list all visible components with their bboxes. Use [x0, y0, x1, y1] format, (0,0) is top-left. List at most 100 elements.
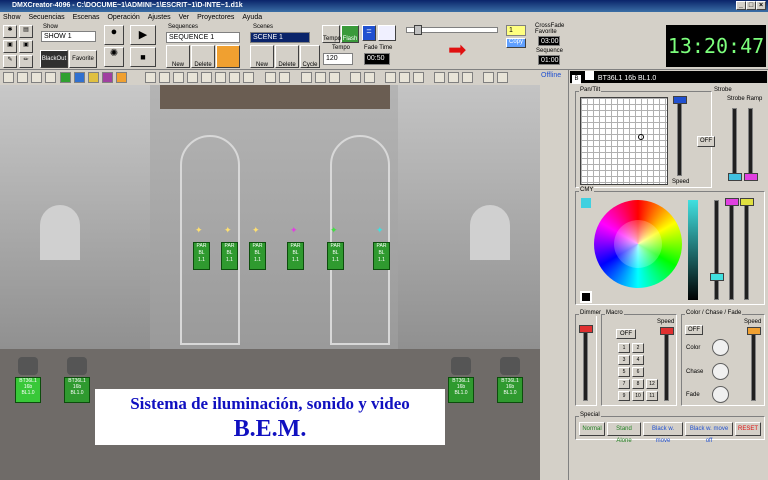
menu-ver[interactable]: Ver	[179, 14, 190, 21]
stage-view[interactable]: ✦ PAR BL 1.1 ✦ PAR BL 1.1 ✦ PAR BL 1.1 ✦ PAR BL…	[0, 85, 540, 480]
delete-scene-button[interactable]: Delete	[275, 45, 299, 68]
menu-ayuda[interactable]: Ayuda	[242, 14, 262, 21]
new-scene-button[interactable]: New	[250, 45, 274, 68]
minimize-button[interactable]: _	[736, 1, 746, 10]
macro-button-1[interactable]: 1	[618, 343, 630, 353]
scene-select[interactable]: SCENE 1	[250, 32, 310, 43]
blackout-button[interactable]: BlackOut	[40, 50, 68, 68]
image-icon[interactable]	[229, 72, 240, 83]
fixture-bt36-3[interactable]: BT36L1 16b BL1.0	[448, 377, 474, 403]
grid-icon[interactable]	[3, 72, 14, 83]
fixture-par-6[interactable]: PAR BL 1.1	[373, 242, 390, 270]
strobe-off-button[interactable]: OFF	[697, 136, 715, 147]
brightness-bar[interactable]	[688, 200, 698, 300]
settings-icon[interactable]	[31, 72, 42, 83]
flash-button[interactable]: Flash	[341, 25, 359, 43]
black-move-off-button[interactable]: Black w. move off	[685, 422, 733, 444]
macro-button-4[interactable]: 4	[632, 355, 644, 365]
cmy-slider-m[interactable]	[729, 200, 734, 300]
maximize-button[interactable]: □	[746, 1, 756, 10]
purple-icon[interactable]	[102, 72, 113, 83]
macro-speed-knob[interactable]	[660, 327, 674, 335]
record-icon[interactable]: ●	[104, 25, 124, 45]
ellipse-icon[interactable]	[434, 72, 445, 83]
ramp-icon[interactable]	[378, 25, 396, 41]
macro-button-9[interactable]: 9	[618, 391, 630, 401]
macro-button-2[interactable]: 2	[632, 343, 644, 353]
chase-dial[interactable]	[712, 363, 729, 380]
next-arrow-icon[interactable]: ➡	[448, 39, 476, 62]
light-icon[interactable]: ✺	[104, 47, 124, 67]
fixture-par-2[interactable]: PAR BL 1.1	[221, 242, 238, 270]
move-icon[interactable]	[145, 72, 156, 83]
step-field[interactable]: 1	[506, 25, 526, 36]
favorite-button[interactable]: Favorite	[69, 50, 97, 68]
align-icon[interactable]	[187, 72, 198, 83]
layout-icon[interactable]	[301, 72, 312, 83]
table-icon[interactable]	[399, 72, 410, 83]
macro-button-12[interactable]: 12	[646, 379, 658, 389]
crossfade-field[interactable]: 03:00	[538, 36, 560, 46]
reset-button[interactable]: RESET	[735, 422, 761, 436]
paste-icon[interactable]	[173, 72, 184, 83]
menu-show[interactable]: Show	[3, 14, 21, 21]
black-move-button[interactable]: Black w. move	[643, 422, 683, 444]
tools-icon[interactable]: ✎	[3, 55, 17, 68]
color-speed-slider[interactable]	[751, 329, 756, 401]
fade-time-field[interactable]: 00:50	[364, 53, 390, 65]
bars-icon[interactable]	[17, 72, 28, 83]
dimmer-slider[interactable]	[583, 325, 588, 401]
cyan-swatch[interactable]	[581, 198, 591, 208]
cycle-button[interactable]: Cycle	[300, 45, 320, 68]
menu-proyectores[interactable]: Proyectores	[197, 14, 234, 21]
macro-speed-slider[interactable]	[664, 329, 669, 401]
new-sequence-button[interactable]: New	[166, 45, 190, 68]
save-icon[interactable]: ▣	[3, 40, 17, 53]
group-icon[interactable]	[215, 72, 226, 83]
speed-slider-thumb[interactable]	[414, 25, 422, 35]
strobe-knob-1[interactable]	[728, 173, 742, 181]
cmy-knob-m[interactable]	[725, 198, 739, 206]
play-icon[interactable]: ▶	[130, 25, 156, 45]
pantilt-cursor[interactable]	[638, 134, 644, 140]
sequence-select[interactable]: SEQUENCE 1	[166, 32, 240, 43]
palette-icon[interactable]	[45, 72, 56, 83]
dimmer-knob[interactable]	[579, 325, 593, 333]
checker-icon[interactable]	[243, 72, 254, 83]
menu-secuencias[interactable]: Secuencias	[28, 14, 64, 21]
folder-icon[interactable]: ▤	[19, 25, 33, 38]
cmy-knob-c[interactable]	[710, 273, 724, 281]
blue-icon[interactable]	[74, 72, 85, 83]
next-icon[interactable]	[364, 72, 375, 83]
black-swatch[interactable]	[580, 291, 592, 303]
list-icon[interactable]	[385, 72, 396, 83]
copy-button[interactable]: Copy	[506, 38, 526, 48]
orange-icon[interactable]	[116, 72, 127, 83]
save-as-icon[interactable]: ▣	[19, 40, 33, 53]
stand-alone-button[interactable]: Stand Alone	[607, 422, 641, 444]
strobe-slider-2[interactable]	[748, 108, 753, 178]
macro-button-3[interactable]: 3	[618, 355, 630, 365]
menu-operacion[interactable]: Operación	[107, 14, 139, 21]
macro-button-11[interactable]: 11	[646, 391, 658, 401]
macro-button-5[interactable]: 5	[618, 367, 630, 377]
menu-escenas[interactable]: Escenas	[73, 14, 100, 21]
sequence-action-icon[interactable]	[216, 45, 240, 68]
tempo-button[interactable]: Tempo	[322, 25, 341, 43]
menu-ajustes[interactable]: Ajustes	[148, 14, 171, 21]
fixture-bt36-4[interactable]: BT36L1 16b BL1.0	[497, 377, 523, 403]
star-icon[interactable]	[448, 72, 459, 83]
macro-button-7[interactable]: 7	[618, 379, 630, 389]
strobe-slider-1[interactable]	[732, 108, 737, 178]
cmy-slider-y[interactable]	[744, 200, 749, 300]
strobe-knob-2[interactable]	[744, 173, 758, 181]
color-icon[interactable]	[483, 72, 494, 83]
chart-icon[interactable]	[413, 72, 424, 83]
show-icon[interactable]	[279, 72, 290, 83]
show-field[interactable]: SHOW 1	[41, 31, 96, 42]
hide-icon[interactable]	[265, 72, 276, 83]
macro-button-10[interactable]: 10	[632, 391, 644, 401]
speed-slider[interactable]	[677, 98, 682, 176]
wave-icon[interactable]	[462, 72, 473, 83]
color-off-button[interactable]: OFF	[685, 325, 703, 335]
